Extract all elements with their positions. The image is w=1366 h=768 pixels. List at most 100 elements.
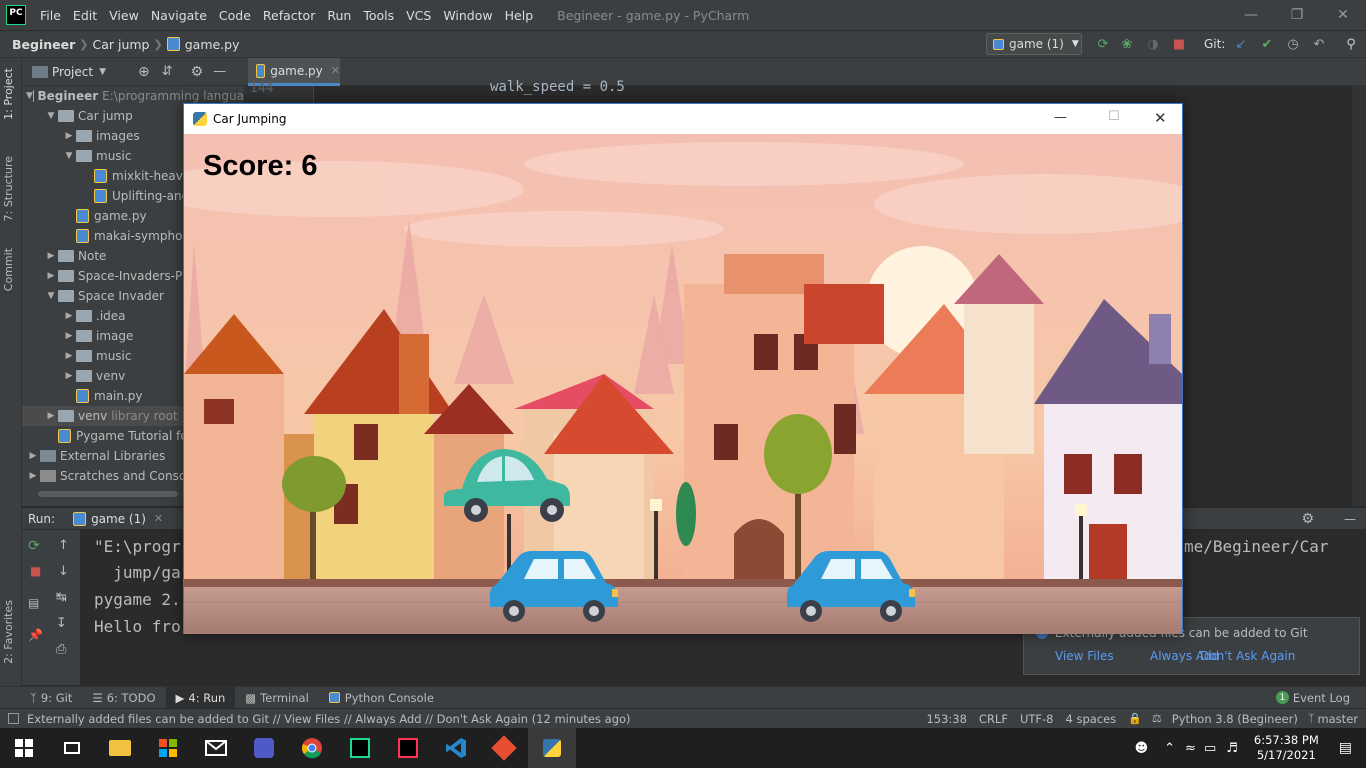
gear-icon[interactable]: ⚙ xyxy=(1301,511,1314,527)
mail-icon[interactable] xyxy=(192,728,240,768)
caret-position[interactable]: 153:38 xyxy=(920,712,972,726)
run-configuration-select[interactable]: game (1) ▼ xyxy=(986,33,1082,55)
clock[interactable]: 6:57:38 PM 5/17/2021 xyxy=(1244,733,1329,763)
stop-icon[interactable]: ■ xyxy=(30,564,41,578)
python-taskbar-icon[interactable] xyxy=(528,728,576,768)
teams-icon[interactable] xyxy=(240,728,288,768)
rerun-icon[interactable]: ⟳ xyxy=(1094,35,1112,53)
minimize-button[interactable]: — xyxy=(1054,110,1067,125)
tab-terminal[interactable]: ▩ Terminal xyxy=(235,691,318,705)
notification-center-icon[interactable]: ▤ xyxy=(1329,740,1366,756)
tab-project[interactable]: 1: Project xyxy=(2,68,15,120)
gear-icon[interactable]: ⚙ xyxy=(191,64,204,80)
pycharm-taskbar-icon[interactable] xyxy=(336,728,384,768)
chevron-right-icon[interactable]: ▶ xyxy=(62,311,76,321)
restore-button[interactable]: ❐ xyxy=(1274,0,1320,30)
tab-favorites[interactable]: 2: Favorites xyxy=(2,600,15,664)
chevron-down-icon[interactable]: ▼ xyxy=(99,67,106,77)
collapse-all-icon[interactable]: ⇵ xyxy=(162,64,173,79)
search-icon[interactable]: ⚲ xyxy=(1342,35,1360,53)
lock-icon[interactable]: 🔒 xyxy=(1122,712,1148,725)
status-message[interactable]: Externally added files can be added to G… xyxy=(27,712,631,726)
tab-git[interactable]: ᛉ 9: Git xyxy=(20,691,82,705)
chevron-down-icon[interactable]: ▼ xyxy=(44,111,58,121)
chevron-right-icon[interactable]: ▶ xyxy=(62,131,76,141)
history-clock-icon[interactable]: ◷ xyxy=(1284,35,1302,53)
close-tab-icon[interactable]: ✕ xyxy=(331,64,340,77)
chevron-right-icon[interactable]: ▶ xyxy=(44,271,58,281)
locate-target-icon[interactable]: ⊕ xyxy=(138,64,150,80)
chevron-right-icon[interactable]: ▶ xyxy=(62,331,76,341)
menu-help[interactable]: Help xyxy=(499,8,540,23)
minimize-button[interactable]: — xyxy=(1228,0,1274,30)
wifi-icon[interactable]: ≈ xyxy=(1181,741,1200,756)
menu-navigate[interactable]: Navigate xyxy=(145,8,213,23)
microsoft-store-icon[interactable] xyxy=(144,728,192,768)
chevron-down-icon[interactable]: ▼ xyxy=(44,291,58,301)
inspector-icon[interactable]: ⚖ xyxy=(1148,712,1166,725)
people-icon[interactable]: ☻ xyxy=(1125,741,1159,756)
chevron-right-icon[interactable]: ▶ xyxy=(26,471,40,481)
chevron-right-icon[interactable]: ▶ xyxy=(62,351,76,361)
chevron-right-icon[interactable]: ▶ xyxy=(62,371,76,381)
breadcrumb-file[interactable]: game.py xyxy=(185,37,244,52)
line-separator[interactable]: CRLF xyxy=(973,712,1014,726)
pin-icon[interactable]: 📌 xyxy=(28,628,43,642)
git-branch[interactable]: master xyxy=(1314,712,1366,726)
maximize-button[interactable]: ☐ xyxy=(1108,109,1120,124)
event-log-tab[interactable]: 1 Event Log xyxy=(1266,691,1360,705)
menu-run[interactable]: Run xyxy=(321,8,357,23)
tab-python-console[interactable]: Python Console xyxy=(319,691,444,705)
chevron-right-icon[interactable]: ▶ xyxy=(26,451,40,461)
print-icon[interactable]: ⎙ xyxy=(56,642,66,657)
tab-commit[interactable]: Commit xyxy=(2,248,15,291)
chrome-icon[interactable] xyxy=(288,728,336,768)
python-interpreter[interactable]: Python 3.8 (Begineer) xyxy=(1166,712,1304,726)
chevron-right-icon[interactable]: ▶ xyxy=(44,251,58,261)
coverage-icon[interactable]: ◑ xyxy=(1144,35,1162,53)
chevron-right-icon[interactable]: ▶ xyxy=(44,411,58,421)
game-canvas[interactable]: Score: 6 xyxy=(184,134,1182,634)
breadcrumb-project[interactable]: Begineer xyxy=(8,37,79,52)
arrow-down-icon[interactable]: ↓ xyxy=(58,564,69,579)
tab-run[interactable]: ▶ 4: Run xyxy=(165,686,236,709)
git-gui-icon[interactable] xyxy=(480,728,528,768)
dont-ask-again-link[interactable]: Don't Ask Again xyxy=(1200,649,1295,663)
chevron-down-icon[interactable]: ▼ xyxy=(26,91,33,101)
close-button[interactable]: ✕ xyxy=(1320,0,1366,30)
soft-wrap-icon[interactable]: ↹ xyxy=(56,590,67,605)
tab-structure[interactable]: 7: Structure xyxy=(2,156,15,221)
intellij-icon[interactable] xyxy=(384,728,432,768)
status-toggle-icon[interactable] xyxy=(8,713,19,724)
menu-view[interactable]: View xyxy=(103,8,145,23)
editor-scrollbar[interactable] xyxy=(1352,86,1366,506)
volume-icon[interactable]: ♬ xyxy=(1220,741,1244,756)
vscode-icon[interactable] xyxy=(432,728,480,768)
hide-panel-icon[interactable]: — xyxy=(1344,512,1356,526)
menu-edit[interactable]: Edit xyxy=(67,8,103,23)
close-button[interactable]: ✕ xyxy=(1154,109,1167,127)
battery-icon[interactable]: ▭ xyxy=(1200,741,1220,756)
scroll-to-end-icon[interactable]: ↧ xyxy=(56,616,67,631)
close-tab-icon[interactable]: ✕ xyxy=(154,512,163,525)
git-update-icon[interactable]: ↙ xyxy=(1232,35,1250,53)
stop-icon[interactable]: ■ xyxy=(1170,35,1188,53)
windows-start-icon[interactable] xyxy=(0,728,48,768)
arrow-up-icon[interactable]: ↑ xyxy=(58,538,69,553)
file-encoding[interactable]: UTF-8 xyxy=(1014,712,1060,726)
menu-window[interactable]: Window xyxy=(437,8,498,23)
menu-code[interactable]: Code xyxy=(213,8,257,23)
chevron-up-icon[interactable]: ⌃ xyxy=(1158,741,1181,756)
menu-refactor[interactable]: Refactor xyxy=(257,8,321,23)
project-header-label[interactable]: Project xyxy=(52,65,93,79)
run-tab-label[interactable]: game (1) xyxy=(91,512,146,526)
breadcrumb-folder[interactable]: Car jump xyxy=(88,37,153,52)
layout-icon[interactable]: ▤ xyxy=(28,596,39,610)
task-view-icon[interactable] xyxy=(48,728,96,768)
rollback-icon[interactable]: ↶ xyxy=(1310,35,1328,53)
indent-setting[interactable]: 4 spaces xyxy=(1059,712,1122,726)
menu-tools[interactable]: Tools xyxy=(357,8,400,23)
hide-panel-icon[interactable]: — xyxy=(213,64,226,79)
tab-todo[interactable]: ☰ 6: TODO xyxy=(82,691,165,705)
debug-bug-icon[interactable]: ❀ xyxy=(1118,35,1136,53)
